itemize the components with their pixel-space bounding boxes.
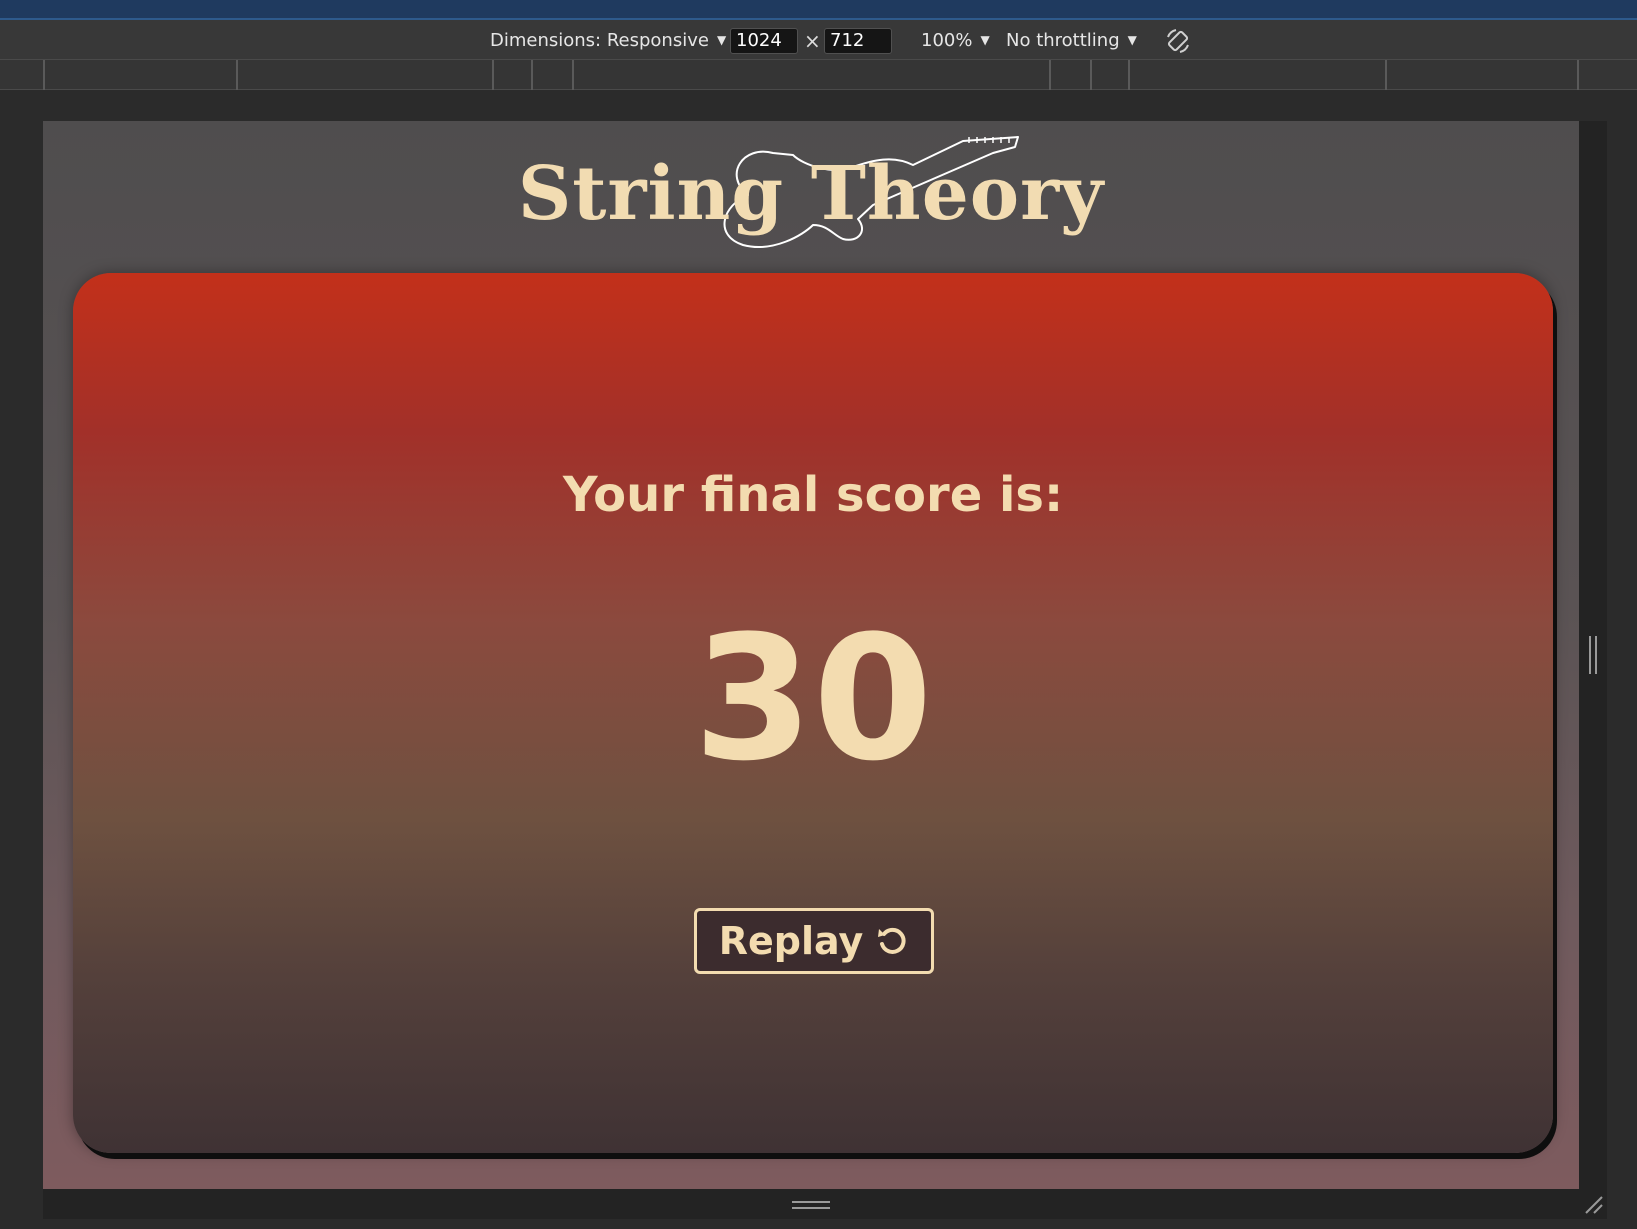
devtools-device-toolbar: Dimensions: Responsive ▼ 1024 × 712 100% ▼… [0,20,1637,60]
corner-resize-grip-icon[interactable] [1584,1195,1604,1215]
ruler-tick [1128,60,1130,90]
throttling-dropdown[interactable]: No throttling ▼ [1006,20,1137,60]
logo: String Theory [43,131,1579,261]
media-query-ruler[interactable] [0,60,1637,90]
ruler-tick [492,60,494,90]
ruler-tick [1049,60,1051,90]
page-viewport: String Theory Your final score is: 30 Re… [43,121,1579,1189]
chevron-down-icon: ▼ [716,33,727,47]
viewport-height-input[interactable]: 712 [824,28,892,54]
ruler-tick [531,60,533,90]
ruler-tick [43,60,45,90]
ruler-tick [1385,60,1387,90]
viewport-width-input[interactable]: 1024 [730,28,798,54]
dimensions-label: Dimensions: Responsive [490,30,709,51]
chevron-down-icon: ▼ [980,33,990,47]
right-resize-handle[interactable] [1589,636,1597,674]
throttling-label: No throttling [1006,30,1120,51]
final-score-label: Your final score is: [562,467,1064,523]
score-card: Your final score is: 30 Replay [73,273,1553,1153]
final-score-value: 30 [693,598,933,799]
ruler-tick [1090,60,1092,90]
replay-button-label: Replay [718,919,864,963]
window-top-strip [0,0,1637,20]
ruler-tick [1577,60,1579,90]
zoom-dropdown[interactable]: 100% ▼ [921,20,990,60]
ruler-tick [236,60,238,90]
rotate-device-icon[interactable] [1164,27,1192,55]
ruler-tick [572,60,574,90]
chevron-down-icon: ▼ [1127,33,1137,47]
replay-button[interactable]: Replay [694,908,934,974]
dimensions-dropdown[interactable]: Dimensions: Responsive ▼ [490,20,726,60]
replay-arrow-icon [878,927,906,954]
logo-text: String Theory [517,151,1105,237]
zoom-label: 100% [921,30,973,51]
dimension-separator: × [804,29,821,53]
bottom-resize-handle[interactable] [792,1201,830,1209]
